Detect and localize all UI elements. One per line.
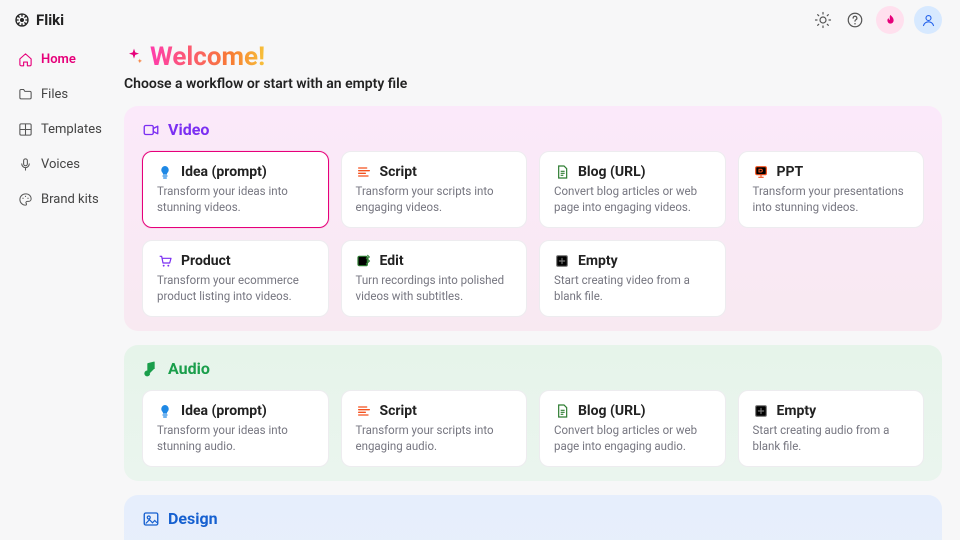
sidebar-item-voices[interactable]: Voices xyxy=(12,151,110,178)
card-title: Script xyxy=(380,164,417,180)
card-title: Product xyxy=(181,253,231,269)
lightbulb-icon xyxy=(157,403,173,419)
card-video-product[interactable]: Product Transform your ecommerce product… xyxy=(142,240,329,317)
sidebar-item-label: Home xyxy=(41,52,76,67)
card-desc: Transform your presentations into stunni… xyxy=(753,184,910,215)
section-design-title: Design xyxy=(168,509,218,528)
card-video-blog[interactable]: Blog (URL) Convert blog articles or web … xyxy=(539,151,726,228)
brand-name: Fliki xyxy=(36,11,64,29)
header: Fliki xyxy=(0,0,960,38)
card-audio-script[interactable]: Script Transform your scripts into engag… xyxy=(341,390,528,467)
card-audio-idea[interactable]: Idea (prompt) Transform your ideas into … xyxy=(142,390,329,467)
section-video-title: Video xyxy=(168,120,209,139)
header-actions xyxy=(812,6,942,34)
page-subtitle: Choose a workflow or start with an empty… xyxy=(124,76,942,92)
home-icon xyxy=(18,52,33,67)
sidebar-item-label: Brand kits xyxy=(41,192,99,207)
notification-button[interactable] xyxy=(876,6,904,34)
palette-icon xyxy=(18,192,33,207)
document-icon xyxy=(554,164,570,180)
card-title: Idea (prompt) xyxy=(181,164,267,180)
logo-icon xyxy=(14,12,30,28)
document-icon xyxy=(554,403,570,419)
folder-icon xyxy=(18,87,33,102)
lightbulb-icon xyxy=(157,164,173,180)
card-video-edit[interactable]: Edit Turn recordings into polished video… xyxy=(341,240,528,317)
card-title: Empty xyxy=(777,403,817,419)
sidebar-item-brand-kits[interactable]: Brand kits xyxy=(12,186,110,213)
sidebar-item-label: Templates xyxy=(41,122,102,137)
mic-icon xyxy=(18,157,33,172)
card-audio-blog[interactable]: Blog (URL) Convert blog articles or web … xyxy=(539,390,726,467)
card-desc: Start creating video from a blank file. xyxy=(554,273,711,304)
section-audio-title: Audio xyxy=(168,359,210,378)
help-icon[interactable] xyxy=(844,9,866,31)
section-audio: Audio Idea (prompt) Transform your ideas… xyxy=(124,345,942,481)
title-row: Welcome! xyxy=(124,42,942,72)
sidebar-item-home[interactable]: Home xyxy=(12,46,110,73)
plus-square-icon xyxy=(753,403,769,419)
card-title: Script xyxy=(380,403,417,419)
card-title: Blog (URL) xyxy=(578,403,646,419)
sidebar-item-files[interactable]: Files xyxy=(12,81,110,108)
card-video-ppt[interactable]: PPT Transform your presentations into st… xyxy=(738,151,925,228)
card-audio-empty[interactable]: Empty Start creating audio from a blank … xyxy=(738,390,925,467)
section-design-head: Design xyxy=(142,509,924,528)
script-icon xyxy=(356,164,372,180)
brand[interactable]: Fliki xyxy=(14,11,64,29)
image-icon xyxy=(142,510,160,528)
card-video-script[interactable]: Script Transform your scripts into engag… xyxy=(341,151,528,228)
section-design: Design Thumbnail Social xyxy=(124,495,942,540)
music-icon xyxy=(142,360,160,378)
sidebar-item-label: Voices xyxy=(41,157,80,172)
card-desc: Transform your ideas into stunning audio… xyxy=(157,423,314,454)
main: Welcome! Choose a workflow or start with… xyxy=(118,38,960,540)
card-desc: Transform your ecommerce product listing… xyxy=(157,273,314,304)
section-video-head: Video xyxy=(142,120,924,139)
sidebar-item-label: Files xyxy=(41,87,68,102)
theme-toggle-icon[interactable] xyxy=(812,9,834,31)
card-desc: Transform your ideas into stunning video… xyxy=(157,184,314,215)
ppt-icon xyxy=(753,164,769,180)
card-title: Empty xyxy=(578,253,618,269)
section-audio-head: Audio xyxy=(142,359,924,378)
cart-icon xyxy=(157,253,173,269)
card-desc: Transform your scripts into engaging aud… xyxy=(356,423,513,454)
edit-icon xyxy=(356,253,372,269)
card-title: Edit xyxy=(380,253,404,269)
card-desc: Start creating audio from a blank file. xyxy=(753,423,910,454)
card-title: PPT xyxy=(777,164,804,180)
card-desc: Transform your scripts into engaging vid… xyxy=(356,184,513,215)
card-desc: Convert blog articles or web page into e… xyxy=(554,423,711,454)
card-video-empty[interactable]: Empty Start creating video from a blank … xyxy=(539,240,726,317)
sidebar-item-templates[interactable]: Templates xyxy=(12,116,110,143)
card-title: Idea (prompt) xyxy=(181,403,267,419)
sidebar: Home Files Templates Voices xyxy=(0,38,118,540)
card-video-idea[interactable]: Idea (prompt) Transform your ideas into … xyxy=(142,151,329,228)
section-video: Video Idea (prompt) Transform your ideas… xyxy=(124,106,942,331)
script-icon xyxy=(356,403,372,419)
video-icon xyxy=(142,121,160,139)
card-desc: Convert blog articles or web page into e… xyxy=(554,184,711,215)
page-title: Welcome! xyxy=(150,42,265,72)
card-title: Blog (URL) xyxy=(578,164,646,180)
account-avatar[interactable] xyxy=(914,6,942,34)
plus-square-icon xyxy=(554,253,570,269)
sparkle-icon xyxy=(124,47,144,67)
card-desc: Turn recordings into polished videos wit… xyxy=(356,273,513,304)
templates-icon xyxy=(18,122,33,137)
